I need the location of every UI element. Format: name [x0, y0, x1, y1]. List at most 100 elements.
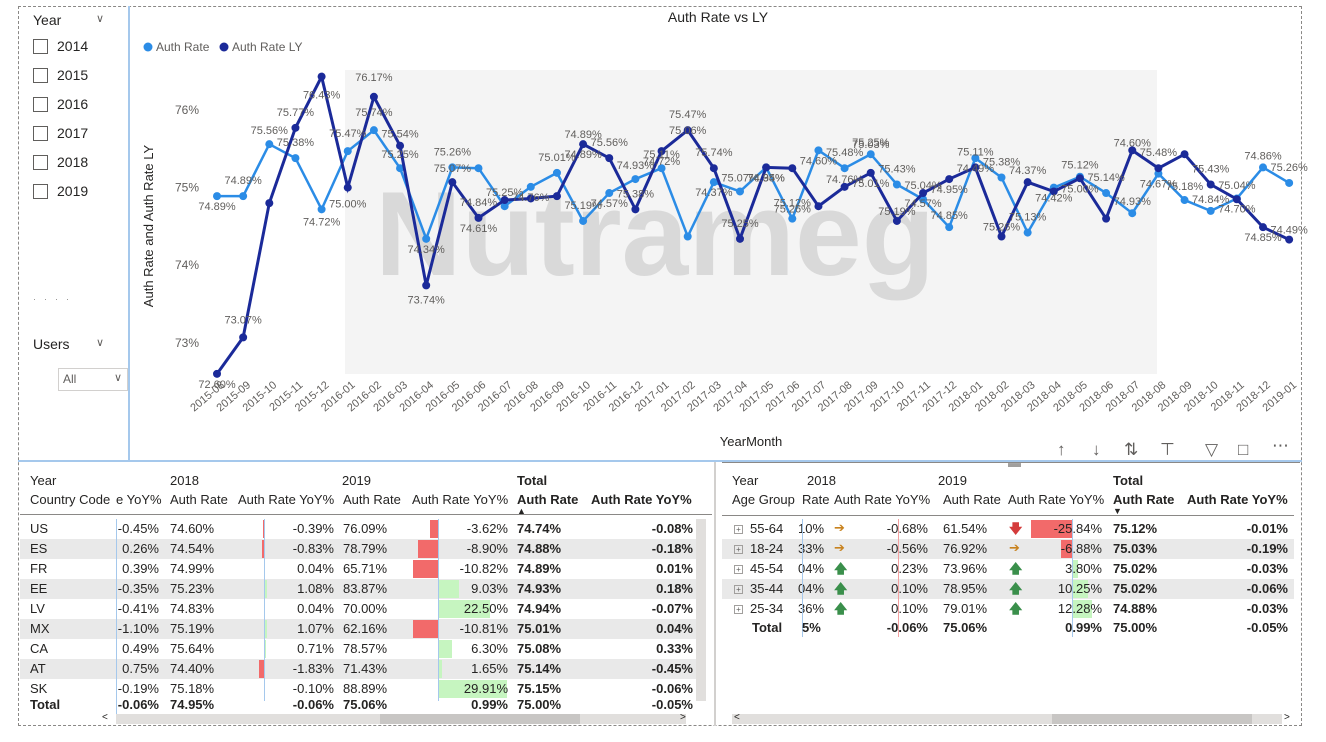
- data-label: 74.89%: [198, 201, 236, 213]
- total-header: Total: [517, 473, 548, 488]
- axis-line: [264, 519, 265, 701]
- auth-rate-2018: 74.60%: [170, 521, 215, 536]
- total-auth-rate: 75.01%: [517, 621, 562, 636]
- horizontal-scrollbar-thumb[interactable]: [380, 714, 580, 724]
- total-yoy-2019: 0.99%: [1065, 620, 1102, 635]
- data-label: 75.56%: [591, 137, 629, 149]
- drill-down-icon[interactable]: ↓: [1092, 440, 1101, 460]
- expand-row-icon[interactable]: +: [734, 565, 743, 575]
- data-point: [213, 192, 221, 201]
- data-point: [814, 202, 823, 211]
- data-point: [892, 216, 901, 225]
- total-yoy: -0.07%: [651, 601, 693, 616]
- auth-rate-2019: 78.95%: [943, 581, 988, 596]
- auth-rate-2019: 71.43%: [343, 661, 388, 676]
- data-label: 75.56%: [251, 125, 289, 137]
- focus-mode-icon[interactable]: □: [1238, 440, 1248, 460]
- expand-row-icon[interactable]: +: [734, 525, 743, 535]
- more-options-icon[interactable]: ⋯: [1272, 436, 1289, 456]
- expand-row-icon[interactable]: +: [734, 585, 743, 595]
- data-label: 75.48%: [1140, 147, 1178, 159]
- data-point: [1206, 206, 1215, 215]
- chart-title: Auth Rate vs LY: [668, 9, 769, 25]
- data-point: [1259, 163, 1267, 172]
- yoy-bar-negative: [413, 620, 438, 638]
- grand-total-auth-rate: 75.00%: [1113, 620, 1158, 635]
- data-label: 74.76%: [512, 192, 550, 204]
- data-point: [631, 175, 640, 184]
- yoy-2018: 0.04%: [297, 601, 334, 616]
- data-label: 74.89%: [224, 175, 262, 187]
- total-yoy: -0.06%: [651, 681, 693, 696]
- expand-row-icon[interactable]: +: [734, 545, 743, 555]
- yoy-2018: 0.10%: [891, 581, 928, 596]
- data-point: [422, 234, 431, 243]
- filter-icon[interactable]: ▽: [1205, 440, 1218, 460]
- data-point: [526, 182, 535, 191]
- auth-rate-2019: 76.09%: [343, 521, 388, 536]
- data-point: [213, 369, 221, 378]
- year-header-label: Year: [30, 473, 57, 488]
- grand-total-yoy: -0.05%: [1246, 620, 1288, 635]
- data-label: 75.54%: [381, 129, 419, 141]
- drill-up-icon[interactable]: ↑: [1057, 440, 1066, 460]
- expand-next-level-icon[interactable]: ⊤: [1160, 440, 1175, 460]
- data-point: [1102, 189, 1111, 198]
- horizontal-scrollbar-thumb[interactable]: [1052, 714, 1252, 724]
- auth-rate-2019: 78.79%: [343, 541, 388, 556]
- expand-all-down-icon[interactable]: ⇅: [1124, 440, 1138, 460]
- age-group-label: 45-54: [750, 561, 784, 576]
- data-point: [291, 123, 300, 132]
- data-label: 73.74%: [408, 294, 446, 306]
- year-header-label: Year: [732, 473, 759, 488]
- country-code: ES: [30, 541, 48, 556]
- age-group: +45-54: [734, 561, 783, 576]
- data-label: 75.03%: [852, 139, 890, 151]
- total-auth-rate: 75.15%: [517, 681, 562, 696]
- total-yoy: -0.19%: [1246, 541, 1288, 556]
- data-point: [1128, 209, 1137, 218]
- total-auth-rate: 75.02%: [1113, 581, 1158, 596]
- total-auth-rate: 74.89%: [517, 561, 562, 576]
- total-auth-rate-2019: 75.06%: [343, 697, 388, 712]
- grand-total-yoy: -0.05%: [651, 697, 693, 712]
- data-label: 76.17%: [355, 72, 393, 84]
- country-code: EE: [30, 581, 48, 596]
- yoy-2019: 22.50%: [463, 601, 508, 616]
- data-point: [1232, 195, 1241, 204]
- data-label: 74.34%: [747, 172, 785, 184]
- column-header: Auth Rate YoY%: [238, 492, 335, 507]
- data-point: [736, 234, 744, 243]
- data-label: 75.47%: [669, 109, 707, 121]
- data-label: 75.18%: [1166, 181, 1204, 193]
- yoy-2019: 10.25%: [1057, 581, 1102, 596]
- total-yoy-2017: -0.06%: [117, 697, 159, 712]
- data-label: 74.89%: [564, 149, 602, 161]
- data-point: [945, 175, 954, 184]
- data-point: [1023, 228, 1032, 237]
- column-header: e YoY%: [116, 492, 162, 507]
- up-arrow-icon: 🡅: [834, 581, 848, 596]
- yoy-2019: 9.03%: [471, 581, 508, 596]
- data-point: [474, 164, 483, 173]
- total-auth-rate: 74.93%: [517, 581, 562, 596]
- data-label: 75.26%: [434, 146, 472, 158]
- data-point: [605, 189, 614, 198]
- expand-row-icon[interactable]: +: [734, 605, 743, 615]
- auth-rate-2019: 70.00%: [343, 601, 388, 616]
- vertical-scrollbar[interactable]: [696, 519, 706, 701]
- right-arrow-icon: ➔: [834, 520, 845, 535]
- year-2019-header: 2019: [938, 473, 967, 488]
- country-code: LV: [30, 601, 45, 616]
- yoy-2018: 0.10%: [891, 601, 928, 616]
- data-point: [1102, 214, 1111, 223]
- data-point: [1285, 235, 1294, 244]
- y-tick-label: 73%: [175, 336, 199, 350]
- yoy-2019: 12.28%: [1057, 601, 1102, 616]
- total-yoy: 0.33%: [656, 641, 693, 656]
- yoy-bar-negative: [413, 560, 438, 578]
- age-group-label: 18-24: [750, 541, 784, 556]
- data-label: 75.47%: [329, 128, 367, 140]
- data-point: [317, 205, 326, 214]
- total-header: Total: [1113, 473, 1144, 488]
